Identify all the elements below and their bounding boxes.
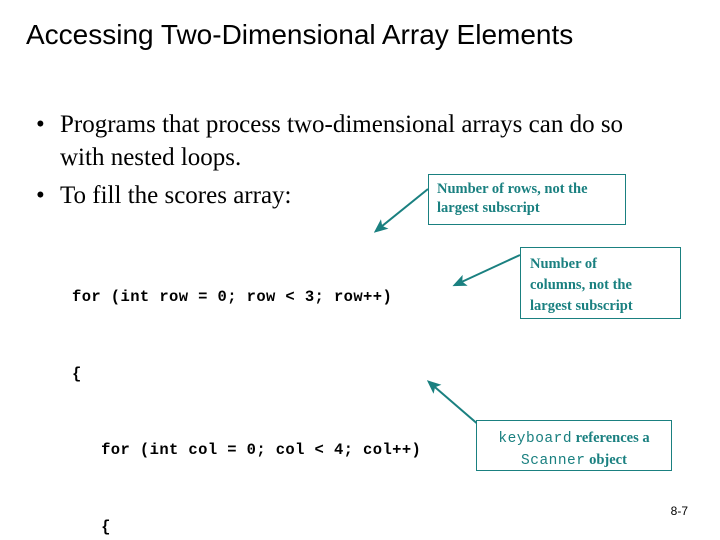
callout-rows-line2: largest subscript (437, 200, 540, 216)
code-block: for (int row = 0; row < 3; row++) { for … (72, 234, 528, 540)
code-line: { (72, 517, 111, 536)
callout-rows: Number of rows, not the largest subscrip… (428, 174, 626, 225)
callout-keyboard-line1: keyboard references a (483, 428, 665, 450)
list-item: • Programs that process two-dimensional … (36, 108, 676, 175)
callout-keyboard-text-2: object (589, 452, 627, 468)
callout-rows-line1: Number of rows, not the (437, 181, 588, 197)
slide-number: 8-7 (670, 504, 688, 518)
code-line: for (int row = 0; row < 3; row++) (72, 288, 393, 306)
callout-columns: Number of columns, not the largest subsc… (520, 247, 681, 319)
callout-columns-line1: Number of (530, 256, 597, 272)
bullet-marker-icon: • (36, 111, 45, 138)
code-line: for (int col = 0; col < 4; col++) (72, 441, 422, 459)
bullet-marker-icon: • (36, 181, 45, 209)
code-line: { (72, 364, 82, 383)
callout-keyboard: keyboard references a Scanner object (476, 420, 672, 471)
callout-columns-line2: columns, not the (530, 277, 632, 293)
callout-keyboard-line2: Scanner object (483, 450, 665, 472)
callout-columns-line3: largest subscript (530, 298, 633, 314)
callout-keyboard-text-1: references a (575, 430, 650, 446)
slide: Accessing Two-Dimensional Array Elements… (0, 0, 720, 540)
callout-keyboard-code-word-1: keyboard (498, 431, 573, 447)
page-title: Accessing Two-Dimensional Array Elements (26, 19, 574, 50)
callout-keyboard-code-word-2: Scanner (521, 453, 586, 469)
list-item-label: Programs that process two-dimensional ar… (60, 111, 624, 172)
